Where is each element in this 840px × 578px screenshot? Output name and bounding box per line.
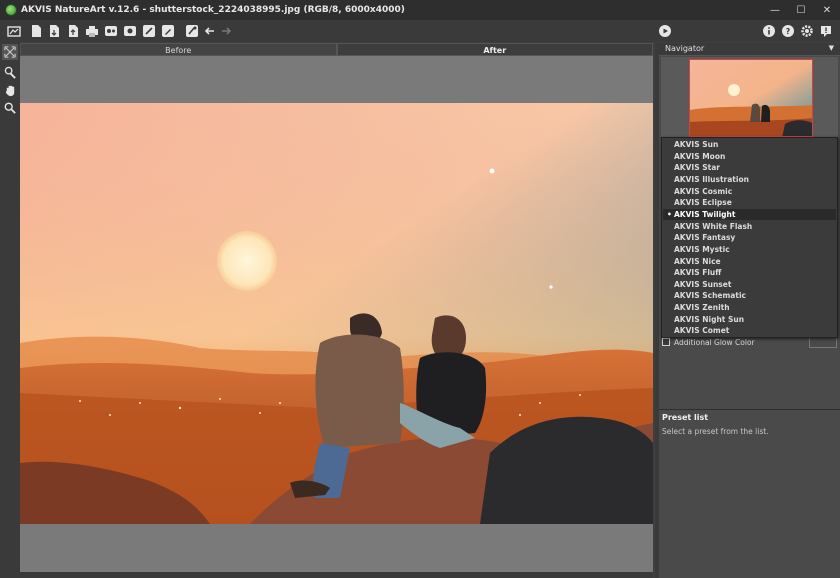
dropdown-item-label: AKVIS Schematic xyxy=(674,291,746,301)
effect-brush-icon[interactable] xyxy=(2,64,18,80)
dropdown-item[interactable]: AKVIS Cosmic xyxy=(663,186,836,198)
dropdown-item[interactable]: AKVIS Eclipse xyxy=(663,197,836,209)
dropdown-item-label: AKVIS Illustration xyxy=(674,174,749,184)
tool-panel xyxy=(0,42,20,578)
dropdown-item-label: AKVIS Nice xyxy=(674,256,721,266)
maximize-button[interactable]: ☐ xyxy=(788,0,814,20)
dropdown-item[interactable]: AKVIS Fluff xyxy=(663,267,836,279)
dropdown-item-label: AKVIS Twilight xyxy=(674,209,736,219)
dropdown-item-label: AKVIS Night Sun xyxy=(674,314,745,324)
main-toolbar: ? xyxy=(0,20,840,42)
title-bar: AKVIS NatureArt v.12.6 - shutterstock_22… xyxy=(0,0,840,20)
dropdown-item[interactable]: AKVIS Star xyxy=(663,162,836,174)
preset-dropdown[interactable]: AKVIS Sun AKVIS Moon AKVIS Star AKVIS Illus… xyxy=(661,137,838,338)
dropdown-item-label: AKVIS Moon xyxy=(674,151,726,161)
dropdown-item-label: AKVIS Fantasy xyxy=(674,233,736,243)
help-icon[interactable]: ? xyxy=(780,23,796,38)
export-icon[interactable] xyxy=(122,23,138,38)
batch-icon[interactable] xyxy=(103,23,119,38)
dropdown-item[interactable]: AKVIS Schematic xyxy=(663,290,836,302)
redo-icon[interactable] xyxy=(218,23,234,38)
window-controls: — ☐ ✕ xyxy=(762,0,840,20)
dropdown-item-label: AKVIS Cosmic xyxy=(674,186,733,196)
navigator-header[interactable]: Navigator ▼ xyxy=(659,43,840,56)
navigator-thumbnail[interactable] xyxy=(689,59,813,137)
chevron-down-icon[interactable]: ▼ xyxy=(829,44,834,52)
run-icon[interactable] xyxy=(657,23,673,38)
minimize-button[interactable]: — xyxy=(762,0,788,20)
dropdown-item[interactable]: AKVIS White Flash xyxy=(663,221,836,233)
status-bar xyxy=(20,572,653,578)
expand-icon[interactable] xyxy=(2,44,18,60)
dropdown-item[interactable]: AKVIS Moon xyxy=(663,151,836,163)
dropdown-item-label: AKVIS Zenith xyxy=(674,303,730,313)
dropdown-item-label: AKVIS Eclipse xyxy=(674,198,732,208)
navigator-area[interactable] xyxy=(661,57,838,141)
dropdown-item-label: AKVIS Sunset xyxy=(674,279,732,289)
dropdown-item[interactable]: AKVIS Sunset xyxy=(663,279,836,291)
zoom-icon[interactable] xyxy=(2,100,18,116)
dropdown-item-label: AKVIS Comet xyxy=(674,326,730,336)
save-icon[interactable] xyxy=(65,23,81,38)
image-canvas[interactable] xyxy=(20,56,653,572)
dropdown-item-label: AKVIS Sun xyxy=(674,140,719,149)
additional-glow-checkbox[interactable] xyxy=(662,338,670,346)
new-document-icon[interactable] xyxy=(28,23,44,38)
print-icon[interactable] xyxy=(84,23,100,38)
svg-text:?: ? xyxy=(786,27,791,36)
sunset-photo xyxy=(20,103,653,524)
notifications-icon[interactable] xyxy=(818,23,834,38)
close-button[interactable]: ✕ xyxy=(814,0,840,20)
dropdown-item-label: AKVIS Star xyxy=(674,163,720,173)
dropdown-item[interactable]: AKVIS Fantasy xyxy=(663,232,836,244)
dropdown-item-label: AKVIS Fluff xyxy=(674,268,722,278)
hand-icon[interactable] xyxy=(2,82,18,98)
dropdown-item[interactable]: AKVIS Sun xyxy=(663,139,836,151)
dropdown-item-label: AKVIS White Flash xyxy=(674,221,753,231)
selected-bullet: • xyxy=(667,209,672,219)
dropdown-item-label: AKVIS Mystic xyxy=(674,244,730,254)
dropdown-item[interactable]: AKVIS Night Sun xyxy=(663,314,836,326)
info-icon[interactable] xyxy=(761,23,777,38)
tab-before[interactable]: Before xyxy=(20,43,337,56)
dropdown-item[interactable]: AKVIS Nice xyxy=(663,256,836,268)
dropdown-item[interactable]: • AKVIS Twilight xyxy=(663,208,836,221)
dropdown-item[interactable]: AKVIS Illustration xyxy=(663,174,836,186)
additional-glow-label: Additional Glow Color xyxy=(674,337,755,347)
navigator-title: Navigator xyxy=(665,44,705,53)
open-icon[interactable] xyxy=(46,23,62,38)
window-title: AKVIS NatureArt v.12.6 - shutterstock_22… xyxy=(21,5,405,15)
preset-list-title: Preset list xyxy=(662,413,709,422)
dropdown-item[interactable]: AKVIS Comet xyxy=(663,325,836,337)
pencil-icon[interactable] xyxy=(160,23,176,38)
home-icon[interactable] xyxy=(6,23,22,38)
tab-after[interactable]: After xyxy=(336,43,653,56)
dropdown-item[interactable]: AKVIS Mystic xyxy=(663,244,836,256)
dropdown-item[interactable]: AKVIS Zenith xyxy=(663,302,836,314)
app-window: AKVIS NatureArt v.12.6 - shutterstock_22… xyxy=(0,0,840,578)
preset-list-header: Preset list xyxy=(659,409,840,423)
view-tabs: Before After xyxy=(20,43,653,56)
settings-brush-icon[interactable] xyxy=(141,23,157,38)
app-logo-icon xyxy=(5,4,17,16)
eyedropper-icon[interactable] xyxy=(184,23,200,38)
preset-list-hint: Select a preset from the list. xyxy=(662,427,769,436)
undo-icon[interactable] xyxy=(202,23,218,38)
preferences-icon[interactable] xyxy=(799,23,815,38)
